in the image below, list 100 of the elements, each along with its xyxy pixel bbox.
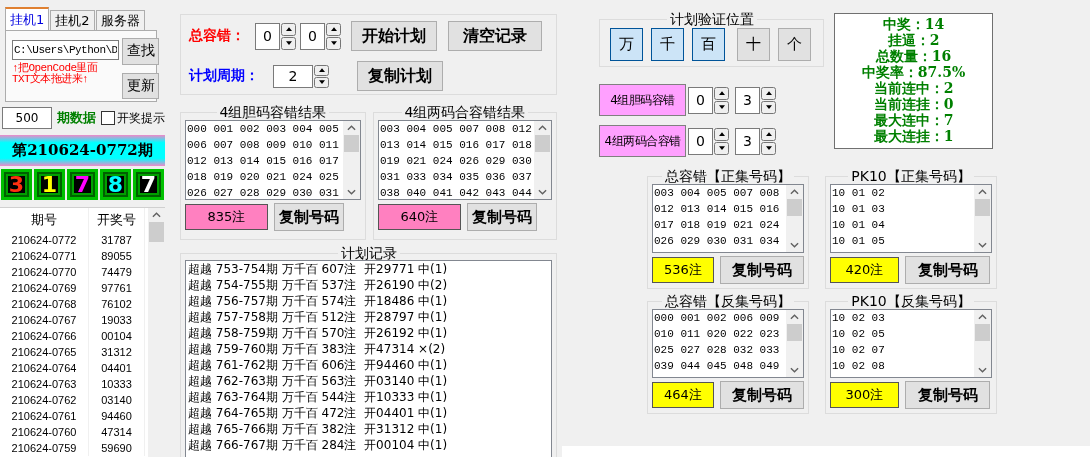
file-path-field[interactable]: C:\Users\Python\D (12, 40, 119, 60)
list-item[interactable]: 10 01 05 (832, 233, 974, 249)
down-triangle-icon (330, 41, 337, 45)
column-header[interactable]: 期号 (0, 208, 89, 232)
list-item[interactable]: 10 02 08 (832, 358, 974, 374)
spin-up-button[interactable] (761, 86, 776, 100)
number-list[interactable]: 000 001 002 006 009 010 011 020 022 023 025 027 028 032 033 039 044 045 048 049 (652, 309, 804, 378)
list-item[interactable]: 000 001 002 003 004 005 (187, 121, 343, 137)
scrollbar[interactable] (786, 185, 803, 252)
list-item[interactable]: 013 014 015 016 017 018 (380, 137, 534, 153)
spin-down-button[interactable] (281, 36, 296, 50)
tolerance-field[interactable]: 0 (300, 22, 325, 50)
copy-numbers-button[interactable]: 复制号码 (274, 203, 344, 231)
scrollbar[interactable] (534, 121, 551, 199)
group-title: 总容错【正集号码】 (664, 169, 792, 183)
table-cell: 04401 (89, 360, 145, 376)
tolerance-field[interactable]: 3 (735, 86, 760, 114)
spin-up-button[interactable] (714, 127, 729, 141)
scrollbar[interactable] (148, 208, 165, 457)
list-item[interactable]: 012 013 014 015 016 017 (187, 153, 343, 169)
position-toggle[interactable]: 百 (692, 28, 725, 61)
period-count-field[interactable]: 500 (2, 107, 52, 129)
list-item[interactable]: 000 001 002 006 009 (654, 310, 786, 326)
list-item[interactable]: 026 029 030 031 034 (654, 233, 786, 249)
scrollbar-thumb[interactable] (149, 222, 164, 242)
list-item[interactable]: 10 02 07 (832, 342, 974, 358)
tolerance-field[interactable]: 0 (688, 86, 713, 114)
position-toggle[interactable]: 千 (651, 28, 684, 61)
list-item[interactable]: 10 01 04 (832, 217, 974, 233)
tolerance-field[interactable]: 3 (735, 127, 760, 155)
position-toggle[interactable]: 个 (778, 28, 811, 61)
tab[interactable]: 挂机2 (50, 10, 95, 30)
spin-down-button[interactable] (314, 76, 329, 88)
spin-down-button[interactable] (714, 100, 729, 114)
list-item[interactable]: 012 013 014 015 016 (654, 201, 786, 217)
list-item[interactable]: 018 019 020 021 024 025 (187, 169, 343, 185)
spin-up-button[interactable] (761, 127, 776, 141)
list-item[interactable]: 10 01 02 (832, 185, 974, 201)
list-item[interactable]: 006 007 008 009 010 011 (187, 137, 343, 153)
spin-up-button[interactable] (714, 86, 729, 100)
list-item[interactable]: 10 02 03 (832, 310, 974, 326)
down-triangle-icon (718, 146, 725, 150)
spin-up-button[interactable] (281, 22, 296, 36)
scrollbar[interactable] (786, 310, 803, 377)
clear-log-button[interactable]: 清空记录 (448, 21, 542, 51)
scrollbar[interactable] (974, 185, 991, 252)
tolerance-setting-label: 4组两码合容错 (599, 125, 686, 157)
copy-plan-button[interactable]: 复制计划 (357, 61, 443, 91)
spin-down-button[interactable] (761, 141, 776, 155)
number-list[interactable]: 10 01 02 10 01 03 10 01 04 10 01 05 (830, 184, 992, 253)
scrollbar-thumb[interactable] (787, 199, 802, 216)
list-item[interactable]: 025 027 028 032 033 (654, 342, 786, 358)
position-toggle[interactable]: 十 (737, 28, 770, 61)
tab[interactable]: 服务器 (95, 10, 145, 30)
log-entry: 超越 754-755期 万千百 537注 开26190 中(2) (188, 277, 449, 293)
list-item[interactable]: 026 027 028 029 030 031 (187, 185, 343, 199)
position-toggle[interactable]: 万 (610, 28, 643, 61)
scrollbar-thumb[interactable] (787, 324, 802, 341)
scrollbar[interactable] (974, 310, 991, 377)
group-title: 计划记录 (339, 246, 398, 260)
update-button[interactable]: 更新 (122, 72, 159, 99)
spin-up-button[interactable] (314, 64, 329, 76)
scrollbar-thumb[interactable] (344, 135, 359, 152)
list-item[interactable]: 031 033 034 035 036 037 (380, 169, 534, 185)
tab[interactable]: 挂机1 (5, 7, 50, 30)
list-item[interactable]: 003 004 005 007 008 012 (380, 121, 534, 137)
list-item[interactable]: 038 040 041 042 043 044 (380, 185, 534, 199)
down-triangle-icon (285, 41, 292, 45)
scrollbar-thumb[interactable] (975, 324, 990, 341)
spin-down-button[interactable] (714, 141, 729, 155)
list-item[interactable]: 10 01 03 (832, 201, 974, 217)
tolerance-field[interactable]: 0 (688, 127, 713, 155)
copy-numbers-button[interactable]: 复制号码 (905, 381, 990, 409)
spin-up-button[interactable] (326, 22, 341, 36)
copy-numbers-button[interactable]: 复制号码 (719, 256, 804, 284)
copy-numbers-button[interactable]: 复制号码 (719, 381, 804, 409)
checkbox[interactable] (101, 111, 115, 125)
scrollbar[interactable] (343, 121, 360, 199)
list-item[interactable]: 017 018 019 021 024 (654, 217, 786, 233)
scrollbar-thumb[interactable] (535, 135, 550, 152)
list-item[interactable]: 010 011 020 022 023 (654, 326, 786, 342)
column-header[interactable]: 开奖号 (89, 208, 145, 232)
tolerance-field[interactable]: 0 (255, 22, 280, 50)
spin-down-button[interactable] (761, 100, 776, 114)
list-item[interactable]: 019 021 024 026 029 030 (380, 153, 534, 169)
copy-numbers-button[interactable]: 复制号码 (467, 203, 537, 231)
copy-numbers-button[interactable]: 复制号码 (905, 256, 990, 284)
find-button[interactable]: 查找 (122, 38, 159, 65)
number-list[interactable]: 003 004 005 007 008 012 013 014 015 016 017 018 019 021 024 026 029 030 031 034 (652, 184, 804, 253)
spin-down-button[interactable] (326, 36, 341, 50)
number-list[interactable]: 10 02 03 10 02 05 10 02 07 10 02 08 (830, 309, 992, 378)
list-item[interactable]: 10 02 05 (832, 326, 974, 342)
notify-label[interactable]: 开奖提示 (117, 109, 165, 127)
number-list[interactable]: 003 004 005 007 008 012 013 014 015 016 017 018 019 021 024 026 029 030 031 033 034 035 036 037 038 040 041 042 043 044 (378, 120, 552, 200)
start-plan-button[interactable]: 开始计划 (351, 21, 437, 51)
number-list[interactable]: 000 001 002 003 004 005 006 007 008 009 010 011 012 013 014 015 016 017 018 019 020 021 024 025 026 027 028 029 030 031 (185, 120, 361, 200)
scrollbar-thumb[interactable] (975, 199, 990, 216)
list-item[interactable]: 003 004 005 007 008 (654, 185, 786, 201)
list-item[interactable]: 039 044 045 048 049 (654, 358, 786, 374)
cycle-field[interactable]: 2 (273, 64, 313, 88)
